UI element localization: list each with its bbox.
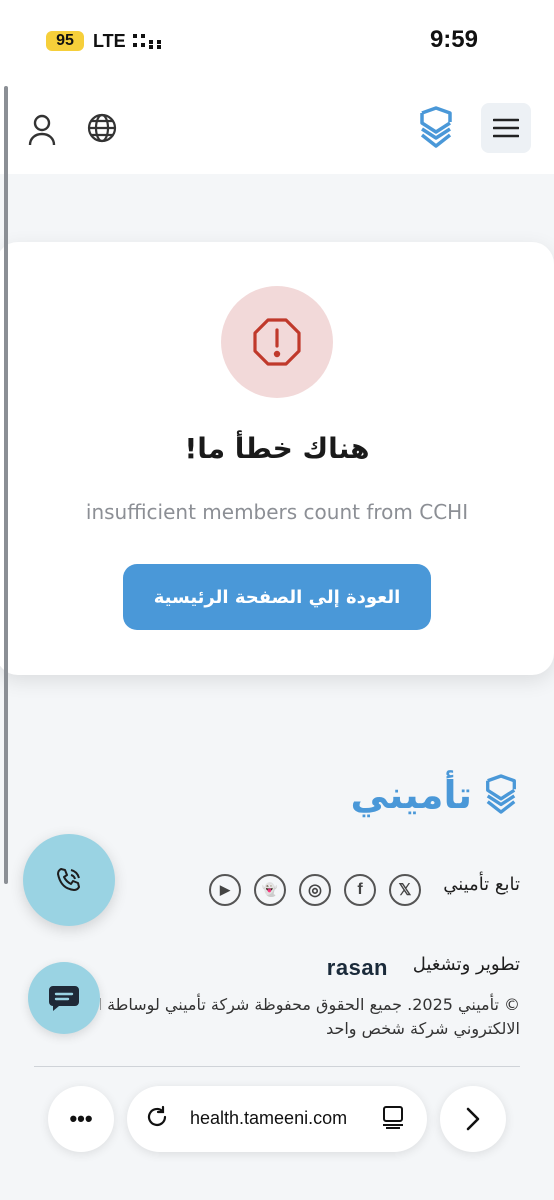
user-icon[interactable] bbox=[24, 112, 60, 148]
facebook-icon[interactable]: f bbox=[344, 874, 376, 906]
footer-logo[interactable]: تأميني bbox=[350, 772, 520, 818]
copyright-line-2: الالكتروني شركة شخص واحد bbox=[326, 1019, 520, 1038]
youtube-icon[interactable]: ▶ bbox=[209, 874, 241, 906]
alert-hexagon-icon bbox=[221, 286, 333, 398]
more-options-button[interactable]: ••• bbox=[48, 1086, 114, 1152]
shield-logo-icon bbox=[486, 774, 516, 814]
instagram-icon[interactable]: ◎ bbox=[299, 874, 331, 906]
forward-button[interactable] bbox=[440, 1086, 506, 1152]
error-message: insufficient members count from CCHI bbox=[85, 500, 469, 524]
signal-icon bbox=[133, 34, 161, 49]
x-icon[interactable]: 𝕏 bbox=[389, 874, 421, 906]
call-button[interactable] bbox=[23, 834, 115, 926]
follow-label: تابع تأميني bbox=[443, 874, 520, 895]
status-bar: 95 LTE 9:59 bbox=[0, 0, 554, 84]
back-home-button[interactable]: العودة إلي الصفحة الرئيسية bbox=[123, 564, 431, 630]
chat-button[interactable] bbox=[28, 962, 100, 1034]
error-title: هناك خطأ ما! bbox=[184, 432, 370, 465]
hamburger-menu-icon[interactable] bbox=[481, 103, 531, 153]
scrollbar[interactable] bbox=[4, 86, 8, 884]
copyright-text: © تأميني 2025. جميع الحقوق محفوظة شركة ت… bbox=[100, 993, 520, 1041]
url-text: health.tameeni.com bbox=[190, 1108, 348, 1128]
network-type: LTE bbox=[93, 31, 126, 51]
phone-icon bbox=[57, 868, 80, 891]
logo-text: تأميني bbox=[350, 773, 472, 817]
reader-mode-icon[interactable] bbox=[380, 1104, 406, 1130]
reload-icon[interactable] bbox=[144, 1104, 170, 1130]
shield-logo-icon[interactable] bbox=[414, 104, 458, 152]
status-time: 9:59 bbox=[429, 26, 478, 53]
globe-icon[interactable] bbox=[84, 110, 120, 146]
chat-icon bbox=[49, 986, 79, 1011]
rasan-logo[interactable]: rasan bbox=[327, 955, 388, 981]
dev-label: تطوير وتشغيل bbox=[412, 954, 520, 975]
copyright-line-1: © تأميني 2025. جميع الحقوق محفوظة شركة ت… bbox=[100, 995, 520, 1014]
snapchat-icon[interactable]: 👻 bbox=[254, 874, 286, 906]
battery-level: 95 bbox=[46, 31, 84, 51]
footer-divider bbox=[34, 1066, 520, 1067]
chevron-right-icon bbox=[466, 1107, 480, 1131]
